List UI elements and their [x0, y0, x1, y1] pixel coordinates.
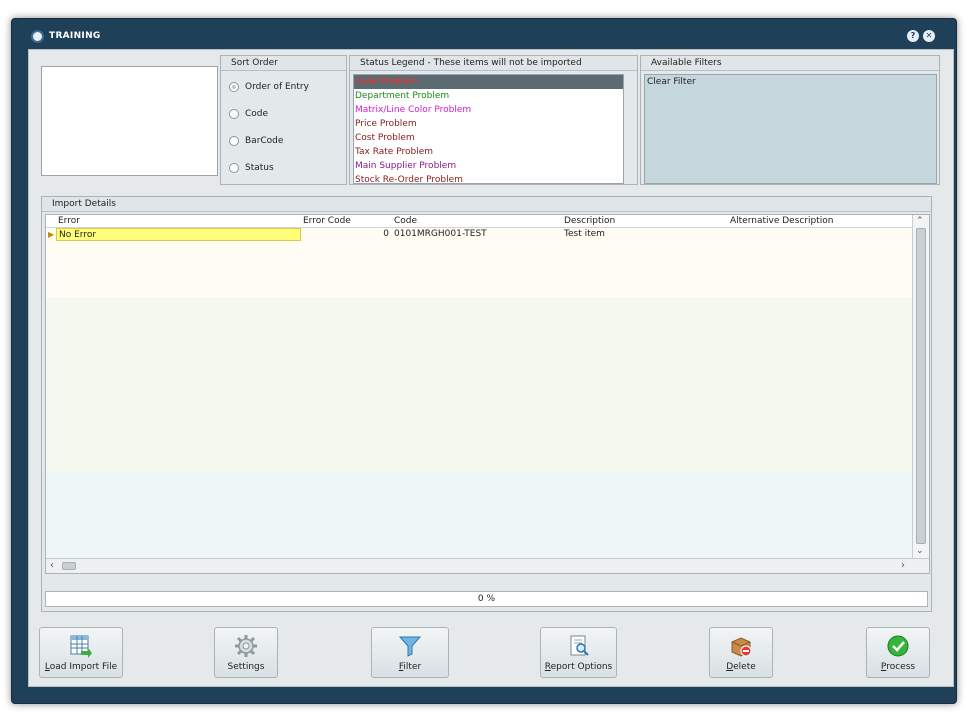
gear-icon — [235, 635, 257, 657]
sort-option-label: Code — [245, 109, 269, 119]
sort-option-label: BarCode — [245, 136, 284, 146]
legend-item[interactable]: Cost Problem — [354, 131, 623, 145]
available-filters-group: Available Filters Clear Filter — [640, 55, 940, 185]
sort-option-label: Order of Entry — [245, 82, 309, 92]
sort-option-code[interactable]: Code — [229, 107, 268, 121]
bottom-toolbar: Load Import File Settings Filter Report … — [29, 627, 953, 685]
sort-option-order-of-entry[interactable]: Order of Entry — [229, 80, 309, 94]
cell-alt-description[interactable] — [730, 228, 900, 241]
radio-button-icon[interactable] — [229, 162, 239, 173]
window-title: TRAINING — [49, 31, 101, 41]
scroll-down-icon[interactable]: ⌄ — [916, 546, 924, 556]
funnel-icon — [398, 636, 422, 657]
legend-item[interactable]: Main Supplier Problem — [354, 159, 623, 173]
report-search-icon — [570, 635, 589, 656]
status-legend-list[interactable]: Code Problem Department Problem Matrix/Lin… — [353, 74, 624, 184]
sort-option-barcode[interactable]: BarCode — [229, 134, 283, 148]
filter-item-clear[interactable]: Clear Filter — [645, 75, 936, 87]
grid-vertical-scrollbar[interactable]: ⌃ ⌄ — [912, 215, 929, 558]
legend-item[interactable]: Price Problem — [354, 117, 623, 131]
scroll-thumb[interactable] — [916, 228, 926, 544]
scroll-right-icon[interactable]: › — [901, 560, 905, 571]
legend-item[interactable]: Stock Re-Order Problem — [354, 173, 623, 183]
delete-label: Delete — [726, 662, 756, 672]
box-delete-icon — [731, 637, 752, 657]
spreadsheet-import-icon — [70, 635, 92, 658]
sort-option-label: Status — [245, 163, 274, 173]
process-label: Process — [880, 662, 916, 672]
grid-horizontal-scrollbar[interactable]: ‹ › — [46, 558, 929, 573]
scroll-left-icon[interactable]: ‹ — [50, 560, 54, 571]
row-indicator-icon: ▶ — [48, 230, 55, 239]
app-logo-icon — [31, 30, 44, 43]
legend-item[interactable]: Tax Rate Problem — [354, 145, 623, 159]
checkmark-icon — [887, 635, 909, 657]
sort-option-status[interactable]: Status — [229, 161, 274, 175]
filter-label: Filter — [398, 662, 422, 672]
available-filters-header: Available Filters — [641, 56, 939, 71]
cell-description[interactable]: Test item — [564, 228, 724, 241]
cell-error-code[interactable]: 0 — [301, 228, 389, 241]
sort-order-header: Sort Order — [221, 56, 346, 71]
grid-header-row: Error Error Code Code Description Altern… — [46, 215, 912, 228]
legend-item[interactable]: Matrix/Line Color Problem — [354, 103, 623, 117]
close-icon[interactable]: ✕ — [923, 30, 935, 42]
cell-code[interactable]: 0101MRGH001-TEST — [394, 228, 554, 241]
column-header-description[interactable]: Description — [562, 215, 615, 227]
column-header-error[interactable]: Error — [56, 215, 80, 227]
settings-button[interactable]: Settings — [214, 627, 278, 678]
legend-item[interactable]: Code Problem — [354, 75, 623, 89]
import-grid[interactable]: Error Error Code Code Description Altern… — [45, 214, 930, 574]
scroll-thumb[interactable] — [62, 562, 76, 570]
radio-button-icon[interactable] — [229, 135, 239, 146]
filter-button[interactable]: Filter — [371, 627, 449, 678]
client-area: Sort Order Order of Entry Code BarCode S… — [28, 49, 954, 687]
progress-bar: 0 % — [45, 591, 928, 607]
scroll-up-icon[interactable]: ⌃ — [916, 216, 924, 226]
status-legend-header: Status Legend - These items will not be … — [350, 56, 637, 71]
radio-button-icon[interactable] — [229, 108, 239, 119]
status-legend-group: Status Legend - These items will not be … — [349, 55, 638, 185]
training-window: TRAINING ? ✕ Sort Order Order of Entry C… — [11, 18, 957, 704]
import-details-group: Import Details Error Error Code Code Des… — [41, 196, 932, 612]
sort-order-group: Sort Order Order of Entry Code BarCode S… — [220, 55, 347, 185]
table-row[interactable]: ▶ No Error 0 0101MRGH001-TEST Test item — [46, 228, 912, 241]
radio-button-selected-icon[interactable] — [229, 81, 239, 92]
filters-list[interactable]: Clear Filter — [644, 74, 937, 184]
delete-button[interactable]: Delete — [709, 627, 773, 678]
report-options-label: Report Options — [544, 662, 613, 672]
image-preview-box — [41, 66, 218, 176]
column-header-code[interactable]: Code — [392, 215, 417, 227]
load-import-file-label: Load Import File — [44, 662, 118, 672]
column-header-alt-description[interactable]: Alternative Description — [728, 215, 834, 227]
cell-error[interactable]: No Error — [56, 228, 301, 241]
help-icon[interactable]: ? — [907, 30, 919, 42]
import-details-header: Import Details — [42, 197, 931, 212]
column-header-error-code[interactable]: Error Code — [301, 215, 351, 227]
legend-item[interactable]: Department Problem — [354, 89, 623, 103]
title-bar: TRAINING ? ✕ — [12, 19, 956, 49]
load-import-file-button[interactable]: Load Import File — [39, 627, 123, 678]
process-button[interactable]: Process — [866, 627, 930, 678]
settings-label: Settings — [227, 662, 265, 672]
report-options-button[interactable]: Report Options — [540, 627, 617, 678]
